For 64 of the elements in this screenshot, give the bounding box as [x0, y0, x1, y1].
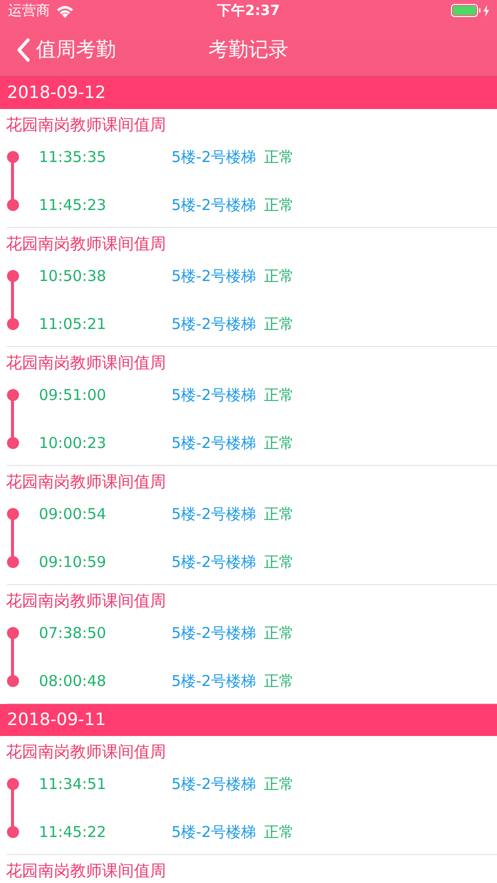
timeline-dot [6, 437, 18, 449]
clock-label: 下午2:37 [217, 2, 280, 20]
punch-time: 09:00:54 [38, 505, 108, 523]
timeline-dot [6, 826, 18, 838]
punch-location: 5楼-2号楼梯 [172, 672, 256, 690]
wifi-icon [56, 4, 74, 18]
record-title: 花园南岗教师课间值周 [6, 590, 167, 612]
timeline-dot [6, 318, 18, 330]
punch-location: 5楼-2号楼梯 [172, 196, 256, 214]
punch-time: 09:10:59 [38, 553, 108, 571]
record-title: 花园南岗教师课间值周 [6, 471, 167, 493]
punch-status: 正常 [264, 196, 294, 214]
punch-status: 正常 [264, 266, 294, 286]
punch-status: 正常 [264, 434, 294, 452]
punch-location: 5楼-2号楼梯 [172, 624, 256, 642]
timeline-dot [6, 151, 18, 163]
punch-status: 正常 [264, 624, 294, 642]
punch-time: 09:51:00 [38, 386, 108, 404]
carrier-label: 运营商 [8, 2, 50, 20]
record-title: 花园南岗教师课间值周 [6, 741, 167, 763]
punch-location: 5楼-2号楼梯 [172, 504, 256, 524]
timeline-dot [6, 675, 18, 687]
date-header: 2018-09-11 [0, 704, 497, 736]
timeline-dot [6, 627, 18, 639]
punch-location: 5楼-2号楼梯 [172, 314, 256, 334]
punch-status: 正常 [264, 672, 294, 690]
timeline-dot [6, 508, 18, 520]
punch-status: 正常 [264, 148, 294, 166]
page-title: 考勤记录 [208, 36, 288, 63]
punch-time: 08:00:48 [38, 672, 108, 690]
timeline-dot [6, 778, 18, 790]
punch-status: 正常 [264, 504, 294, 524]
record-title: 花园南岗教师课间值周 [6, 114, 167, 136]
punch-location: 5楼-2号楼梯 [172, 434, 256, 452]
punch-location: 5楼-2号楼梯 [172, 266, 256, 286]
punch-location: 5楼-2号楼梯 [172, 148, 256, 166]
punch-time: 11:35:35 [38, 148, 108, 166]
timeline-dot [6, 389, 18, 401]
punch-time: 07:38:50 [38, 624, 108, 642]
punch-time: 11:45:22 [38, 823, 108, 841]
punch-status: 正常 [264, 386, 294, 404]
punch-status: 正常 [264, 552, 294, 572]
record-title: 花园南岗教师课间值周 [6, 352, 167, 374]
timeline-dot [6, 270, 18, 282]
back-button[interactable]: 值周考勤 [0, 36, 116, 63]
punch-location: 5楼-2号楼梯 [172, 552, 256, 572]
record-title: 花园南岗教师课间值周 [6, 233, 167, 255]
punch-status: 正常 [264, 774, 294, 794]
punch-time: 10:00:23 [38, 434, 108, 452]
punch-time: 10:50:38 [38, 267, 108, 285]
punch-time: 11:34:51 [38, 775, 108, 793]
battery-icon [451, 4, 491, 18]
punch-status: 正常 [264, 822, 294, 842]
punch-time: 11:05:21 [38, 315, 108, 333]
record-title: 花园南岗教师课间值周 [6, 860, 167, 882]
punch-status: 正常 [264, 314, 294, 334]
punch-location: 5楼-2号楼梯 [172, 822, 256, 842]
punch-location: 5楼-2号楼梯 [172, 386, 256, 404]
timeline-dot [6, 556, 18, 568]
punch-time: 11:45:23 [38, 196, 108, 214]
date-header: 2018-09-12 [0, 77, 497, 109]
back-chevron-icon [16, 38, 30, 62]
punch-location: 5楼-2号楼梯 [172, 774, 256, 794]
timeline-dot [6, 199, 18, 211]
